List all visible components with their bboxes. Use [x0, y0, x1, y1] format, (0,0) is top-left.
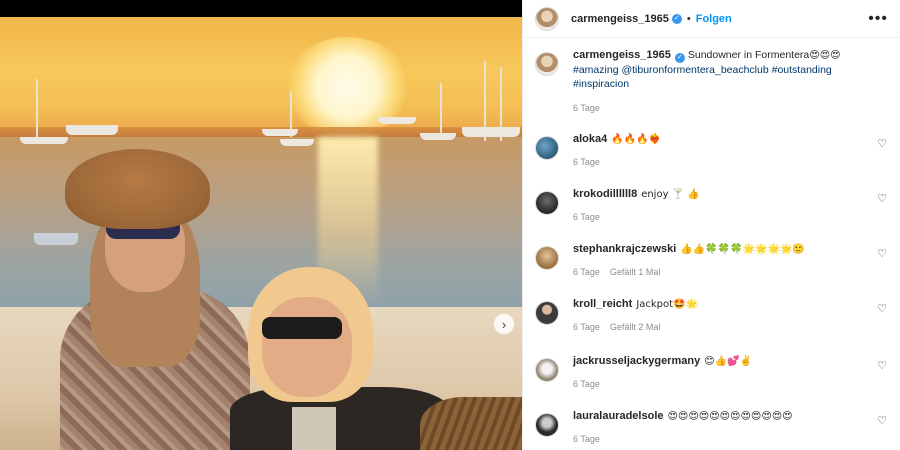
hashtag-link[interactable]: #outstanding	[772, 64, 832, 76]
boat	[378, 117, 416, 124]
hashtag-link[interactable]: #amazing	[573, 64, 619, 76]
caption-text: carmengeiss_1965 ✓ Sundowner in Formentera…	[573, 48, 863, 91]
dinghy	[34, 233, 78, 245]
comment-text: Jackpot🤩🌟	[636, 299, 698, 310]
chevron-right-icon[interactable]: ›	[494, 314, 514, 334]
timestamp[interactable]: 6 Tage	[573, 379, 600, 389]
avatar[interactable]	[535, 52, 559, 76]
comment-text: 😊👍💕✌️	[704, 356, 752, 367]
timestamp[interactable]: 6 Tage	[573, 103, 600, 113]
heart-icon[interactable]: ♡	[876, 248, 888, 260]
like-count[interactable]: Gefällt 2 Mal	[610, 322, 661, 332]
heart-icon[interactable]: ♡	[876, 415, 888, 427]
comment-text: 👍👍🍀🍀🍀🌟🌟🌟🌟🙂	[680, 244, 805, 255]
heart-icon[interactable]: ♡	[876, 138, 888, 150]
photo-man-sunglasses	[262, 317, 342, 339]
follow-button[interactable]: Folgen	[696, 13, 732, 25]
timestamp[interactable]: 6 Tage	[573, 434, 600, 444]
comment-item: jackrusseljackygermany 😊👍💕✌️ 6 Tage ♡	[535, 354, 888, 409]
comment-text: enjoy 🍸 👍	[641, 189, 700, 200]
boat	[462, 127, 520, 137]
heart-icon[interactable]: ♡	[876, 360, 888, 372]
like-count[interactable]: Gefällt 1 Mal	[610, 267, 661, 277]
boat	[66, 125, 118, 135]
comment-item: lauralauradelsole 😍😍😍😍😍😍😍😍😍😍😍😍 6 Tage ♡	[535, 409, 888, 450]
photo-wicker-chair	[420, 397, 522, 450]
boat-mast	[36, 79, 38, 137]
verified-badge-icon: ✓	[674, 52, 685, 63]
comment-meta: 6 Tage	[573, 212, 863, 222]
timestamp[interactable]: 6 Tage	[573, 212, 600, 222]
boat-mast	[440, 83, 442, 135]
post-sidebar: carmengeiss_1965 ✓ • Folgen ••• carmenge…	[522, 0, 900, 450]
avatar[interactable]	[535, 191, 559, 215]
comment-username[interactable]: stephankrajczewski	[573, 243, 676, 255]
comment-meta: 6 Tage	[573, 434, 863, 444]
timestamp[interactable]: 6 Tage	[573, 267, 600, 277]
comment-item: stephankrajczewski 👍👍🍀🍀🍀🌟🌟🌟🌟🙂 6 Tage Gefäl…	[535, 242, 888, 297]
comment-text: 🔥🔥🔥❤️‍🔥	[611, 134, 662, 145]
comment-meta: 6 Tage	[573, 379, 863, 389]
post-caption: carmengeiss_1965 ✓ Sundowner in Formentera…	[535, 48, 888, 132]
comment-username[interactable]: lauralauradelsole	[573, 410, 664, 422]
author-username[interactable]: carmengeiss_1965	[571, 13, 669, 25]
boat	[420, 133, 456, 140]
avatar[interactable]	[535, 136, 559, 160]
caption-username[interactable]: carmengeiss_1965	[573, 49, 671, 61]
boat	[262, 129, 298, 136]
avatar[interactable]	[535, 301, 559, 325]
caption-emojis: 😍😍😍	[809, 50, 841, 61]
timestamp[interactable]: 6 Tage	[573, 322, 600, 332]
comment-item: aloka4 🔥🔥🔥❤️‍🔥 6 Tage ♡	[535, 132, 888, 187]
post-photo	[0, 17, 522, 450]
hashtag-link[interactable]: #inspiracion	[573, 78, 629, 90]
photo-wine-glass	[292, 407, 336, 450]
comment-meta: 6 Tage	[573, 157, 863, 167]
separator-dot: •	[686, 12, 691, 25]
avatar[interactable]	[535, 358, 559, 382]
caption-body: Sundowner in Formentera	[687, 49, 810, 61]
timestamp[interactable]: 6 Tage	[573, 157, 600, 167]
caption-timestamp: 6 Tage	[573, 103, 863, 113]
post-header: carmengeiss_1965 ✓ • Folgen •••	[523, 0, 900, 38]
comments-list: carmengeiss_1965 ✓ Sundowner in Formentera…	[523, 38, 900, 450]
photo-man-face	[262, 297, 352, 397]
avatar[interactable]	[535, 246, 559, 270]
avatar[interactable]	[535, 6, 559, 31]
comment-meta: 6 Tage Gefällt 1 Mal	[573, 267, 863, 277]
comment-meta: 6 Tage Gefällt 2 Mal	[573, 322, 863, 332]
photo-sky	[0, 17, 522, 137]
boat	[20, 137, 68, 144]
more-horizontal-icon[interactable]: •••	[868, 10, 888, 28]
comment-item: kroll_reicht Jackpot🤩🌟 6 Tage Gefällt 2 Ma…	[535, 297, 888, 354]
comment-item: krokodillllll8 enjoy 🍸 👍 6 Tage ♡	[535, 187, 888, 242]
heart-icon[interactable]: ♡	[876, 193, 888, 205]
mention-link[interactable]: @tiburonformentera_beachclub	[621, 64, 768, 76]
comment-username[interactable]: aloka4	[573, 133, 607, 145]
verified-badge-icon: ✓	[671, 13, 682, 24]
comment-username[interactable]: jackrusseljackygermany	[573, 355, 700, 367]
photo-woman-hat	[65, 149, 210, 229]
comment-text: 😍😍😍😍😍😍😍😍😍😍😍😍	[667, 411, 793, 422]
boat	[280, 139, 314, 146]
comment-username[interactable]: krokodillllll8	[573, 188, 637, 200]
comment-username[interactable]: kroll_reicht	[573, 298, 632, 310]
heart-icon[interactable]: ♡	[876, 303, 888, 315]
post-media[interactable]: ›	[0, 0, 522, 450]
avatar[interactable]	[535, 413, 559, 437]
